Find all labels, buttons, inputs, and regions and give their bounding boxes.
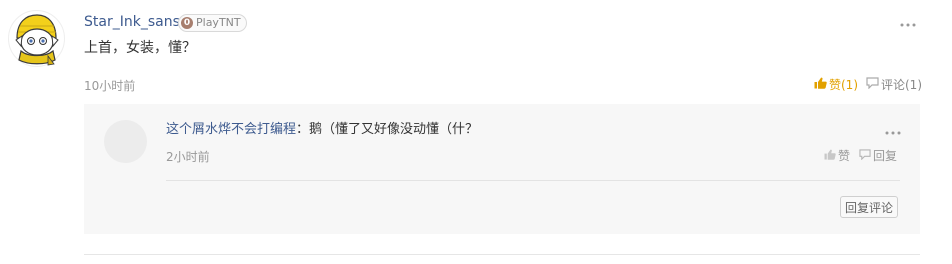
comment-divider (84, 254, 920, 255)
comment-count-button[interactable]: 评论(1) (866, 77, 922, 93)
more-dots-icon[interactable] (899, 15, 917, 27)
comment-bubble-icon (859, 148, 871, 164)
reply-reply-button[interactable]: 回复 (859, 148, 897, 164)
thumbs-up-icon (814, 77, 827, 93)
like-label: 赞(1) (829, 78, 858, 92)
reply-like-button[interactable]: 赞 (824, 148, 850, 164)
reply-like-label: 赞 (838, 149, 851, 163)
comment-text: 上首，女装，懂？ (84, 40, 196, 56)
reply-avatar[interactable] (104, 120, 147, 163)
reply-reply-label: 回复 (873, 149, 898, 163)
reply-separator: ： (296, 122, 310, 137)
avatar-image (8, 10, 65, 67)
reply-timestamp: 2小时前 (166, 150, 210, 164)
reply-line: 这个屑水烨不会打编程：鹅（懂了又好像没动懂（什？ (166, 121, 478, 139)
avatar[interactable] (8, 10, 65, 67)
badge-level-icon: 0 (181, 17, 193, 29)
reply-comment-button[interactable]: 回复评论 (840, 196, 898, 218)
user-badge[interactable]: 0 PlayTNT (178, 14, 247, 32)
more-dots-icon[interactable] (884, 123, 902, 135)
reply-username-link[interactable]: 这个屑水烨不会打编程 (166, 122, 296, 137)
thumbs-up-icon (824, 148, 836, 164)
reply-text: 鹅（懂了又好像没动懂（什？ (309, 122, 479, 137)
badge-text: PlayTNT (196, 16, 241, 29)
username-link[interactable]: Star_Ink_sans (84, 13, 180, 31)
comment-bubble-icon (866, 77, 879, 93)
reply-thread: 这个屑水烨不会打编程：鹅（懂了又好像没动懂（什？ 2小时前 赞 回复 回复评论 (84, 104, 920, 234)
comment-timestamp: 10小时前 (84, 79, 136, 93)
comment-count-label: 评论(1) (881, 78, 922, 92)
reply-divider (166, 180, 900, 181)
like-button[interactable]: 赞(1) (814, 77, 858, 93)
